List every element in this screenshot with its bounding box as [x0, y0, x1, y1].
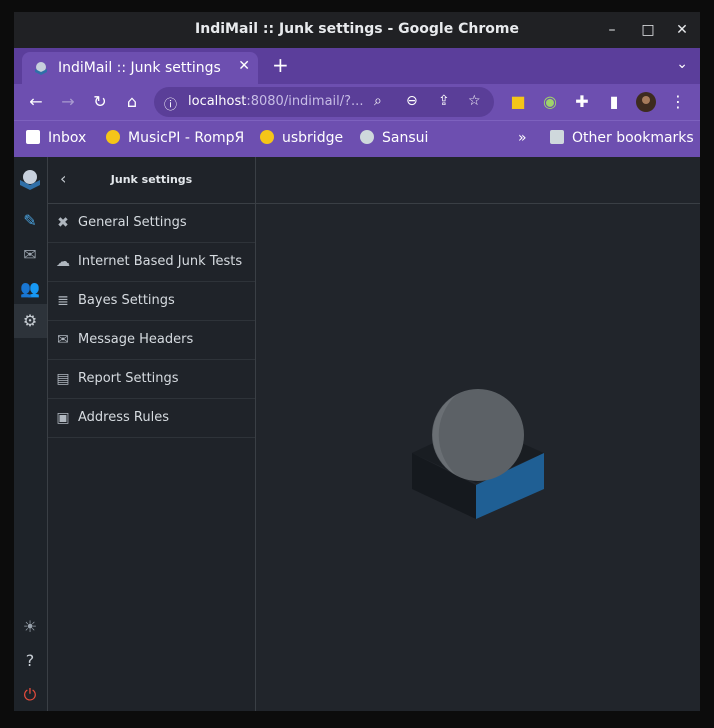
play-icon [260, 130, 274, 144]
settings-gear-icon[interactable]: ⚙ [20, 311, 40, 331]
list-item-bayes-settings[interactable]: ≣ Bayes Settings [48, 282, 255, 321]
tab-search-button[interactable]: ⌄ [676, 56, 688, 72]
list-item-address-rules[interactable]: ▣ Address Rules [48, 399, 255, 438]
main-header [256, 157, 700, 204]
title-bar: IndiMail :: Junk settings - Google Chrom… [14, 12, 700, 48]
bookmarks-bar: Inbox MusicPI - RompЯ usbridge Sansui » … [14, 120, 700, 157]
list-item-general-settings[interactable]: ✖ General Settings [48, 204, 255, 243]
page-content: ✎ ✉ 👥 ⚙ ☀ ? ⏻ ‹ Junk settings ✖ General … [14, 157, 700, 711]
theme-toggle-icon[interactable]: ☀ [20, 617, 40, 637]
logout-icon[interactable]: ⏻ [20, 685, 40, 705]
tab-label: IndiMail :: Junk settings [58, 60, 221, 76]
url-host: localhost [188, 94, 247, 109]
browser-toolbar: ← → ↻ ⌂ ⓘ localhost:8080/indimail/?... ⌕… [14, 84, 700, 120]
window-title: IndiMail :: Junk settings - Google Chrom… [195, 21, 519, 37]
gmail-icon [26, 130, 40, 144]
panel-title: Junk settings [110, 173, 193, 186]
site-info-icon[interactable]: ⓘ [164, 94, 177, 113]
roundcube-logo-icon[interactable] [18, 167, 42, 191]
bookmark-musicpi[interactable]: MusicPI - RompЯ [106, 130, 244, 146]
main-content-area [256, 157, 700, 711]
bookmarks-overflow-button[interactable]: » [518, 130, 527, 146]
back-arrow-icon[interactable]: ← [26, 92, 46, 112]
address-bar[interactable]: ⓘ localhost:8080/indimail/?... ⌕ ⊖ ⇪ ☆ [154, 87, 494, 117]
close-window-button[interactable]: ✕ [672, 20, 692, 40]
bookmark-sansui[interactable]: Sansui [360, 130, 428, 146]
bookmark-usbridge[interactable]: usbridge [260, 130, 343, 146]
contacts-icon[interactable]: 👥 [20, 279, 40, 299]
forward-arrow-icon[interactable]: → [58, 92, 78, 112]
database-icon: ≣ [57, 293, 69, 309]
keep-extension-icon[interactable]: ■ [508, 92, 528, 112]
document-icon: ▤ [56, 371, 70, 387]
browser-window: IndiMail :: Junk settings - Google Chrom… [14, 12, 700, 711]
search-icon[interactable]: ⌕ [374, 93, 382, 109]
reload-icon[interactable]: ↻ [90, 92, 110, 112]
menu-kebab-icon[interactable]: ⋮ [668, 92, 688, 112]
new-tab-button[interactable]: + [272, 53, 289, 77]
puzzle-extensions-icon[interactable]: ✚ [572, 92, 592, 112]
tools-icon: ✖ [57, 215, 69, 231]
tab-strip: IndiMail :: Junk settings ✕ + ⌄ [14, 48, 700, 84]
bookmark-star-icon[interactable]: ☆ [468, 93, 481, 109]
share-icon[interactable]: ⇪ [438, 93, 450, 109]
other-bookmarks[interactable]: Other bookmarks [550, 130, 694, 146]
zoom-out-icon[interactable]: ⊖ [406, 93, 418, 109]
tab-indimail[interactable]: IndiMail :: Junk settings ✕ [22, 52, 258, 84]
profile-avatar[interactable] [636, 92, 656, 112]
mail-icon[interactable]: ✉ [20, 245, 40, 265]
roundcube-favicon-icon [35, 62, 47, 75]
url-rest: :8080/indimail/?... [246, 94, 364, 109]
envelope-icon: ✉ [57, 332, 69, 348]
list-item-internet-junk-tests[interactable]: ☁ Internet Based Junk Tests [48, 243, 255, 282]
cloud-icon: ☁ [56, 254, 70, 270]
tab-close-button[interactable]: ✕ [238, 58, 250, 74]
folder-icon [550, 130, 564, 144]
extension-icon[interactable]: ◉ [540, 92, 560, 112]
compose-icon[interactable]: ✎ [20, 211, 40, 231]
list-item-report-settings[interactable]: ▤ Report Settings [48, 360, 255, 399]
minimize-button[interactable]: – [602, 20, 622, 40]
app-nav-rail: ✎ ✉ 👥 ⚙ ☀ ? ⏻ [14, 157, 48, 711]
list-item-message-headers[interactable]: ✉ Message Headers [48, 321, 255, 360]
home-icon[interactable]: ⌂ [122, 92, 142, 112]
side-panel-icon[interactable]: ▮ [604, 92, 624, 112]
globe-icon [360, 130, 374, 144]
help-icon[interactable]: ? [20, 651, 40, 671]
settings-panel: ‹ Junk settings ✖ General Settings ☁ Int… [48, 157, 256, 711]
maximize-button[interactable]: □ [638, 20, 658, 40]
roundcube-watermark-logo [412, 389, 544, 519]
bookmark-inbox[interactable]: Inbox [26, 130, 86, 146]
panel-header: ‹ Junk settings [48, 157, 255, 204]
address-url: localhost:8080/indimail/?... [188, 94, 363, 109]
play-icon [106, 130, 120, 144]
address-card-icon: ▣ [56, 410, 70, 426]
